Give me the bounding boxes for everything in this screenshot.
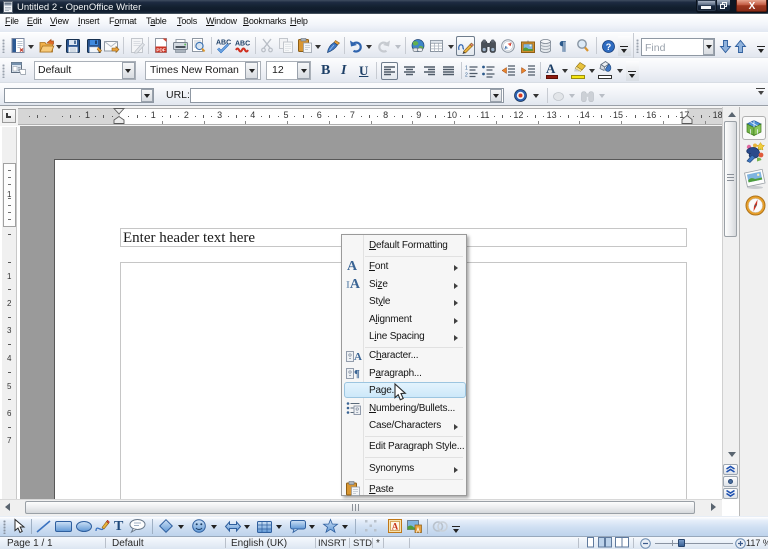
svg-text:ABC: ABC xyxy=(216,40,231,47)
svg-text:ABC: ABC xyxy=(235,41,250,48)
svg-text:¶: ¶ xyxy=(354,368,360,380)
svg-text:1: 1 xyxy=(465,66,468,72)
svg-text:2: 2 xyxy=(465,73,468,79)
svg-text:PDF: PDF xyxy=(156,47,165,52)
svg-text:A: A xyxy=(354,351,362,363)
svg-text:?: ? xyxy=(606,42,612,52)
svg-text:A: A xyxy=(392,522,399,532)
